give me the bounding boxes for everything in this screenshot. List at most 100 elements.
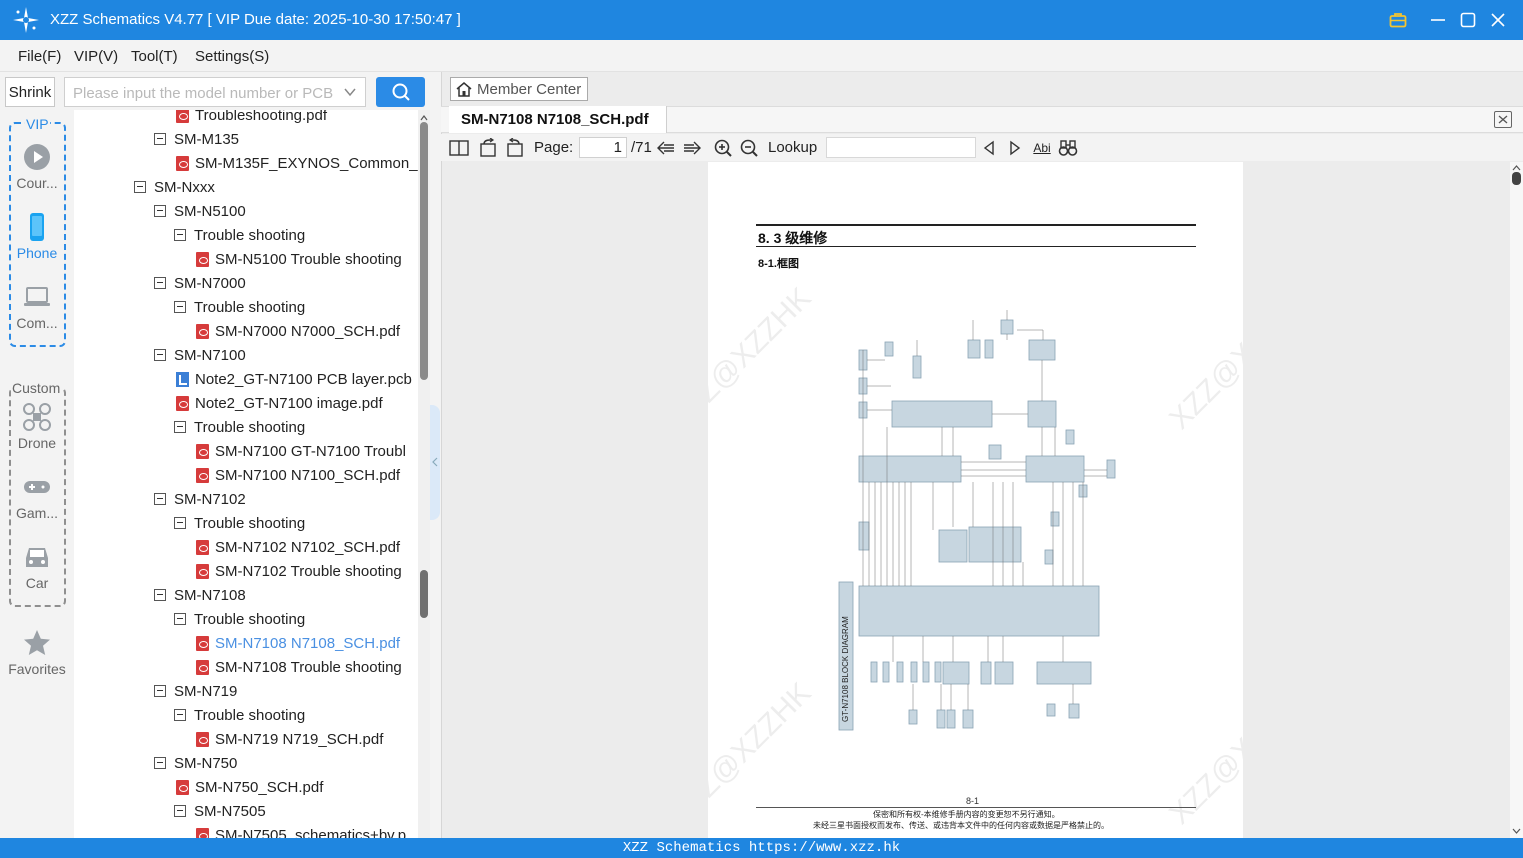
minimize-button[interactable] [1426,8,1450,32]
tree-folder-node[interactable]: Trouble shooting [174,511,305,535]
tree-folder-node[interactable]: Trouble shooting [174,415,305,439]
panel-collapse-handle[interactable] [430,405,440,520]
menu-settings[interactable]: Settings(S) [195,48,269,65]
model-search-box[interactable] [64,77,366,107]
pdf-footer-line-2: 未经三星书面授权而发布、传送、或违背本文件中的任何内容或数据是严格禁止的。 [813,821,1109,830]
member-center-button[interactable]: Member Center [450,77,588,101]
category-label: Phone [16,245,58,261]
collapse-toggle-icon[interactable] [154,589,166,601]
tree-folder-node[interactable]: SM-N7102 [154,487,246,511]
tree-folder-node[interactable]: Trouble shooting [174,223,305,247]
tree-file-node[interactable]: SM-N7100 GT-N7100 Troubl [196,439,406,463]
match-case-button[interactable]: Abi [1030,137,1054,159]
collapse-toggle-icon[interactable] [154,685,166,697]
tree-scrollbar-thumb[interactable] [420,122,428,380]
rotate-right-button[interactable] [504,137,526,159]
menu-file[interactable]: File(F) [18,48,61,65]
collapse-toggle-icon[interactable] [154,493,166,505]
tree-folder-node[interactable]: SM-N5100 [154,199,246,223]
tree-file-node[interactable]: SM-M135F_EXYNOS_Common_S [176,151,418,175]
collapse-toggle-icon[interactable] [154,277,166,289]
vip-bag-icon[interactable] [1386,8,1410,32]
scroll-down-icon[interactable] [1512,827,1521,835]
tree-file-node[interactable]: SM-N7505_schematics+bv.p [196,823,406,838]
category-favorites[interactable]: Favorites [0,628,74,677]
collapse-toggle-icon[interactable] [134,181,146,193]
document-scrollbar[interactable] [1510,162,1523,838]
tree-node-label: SM-N7102 [174,490,246,508]
tree-file-node[interactable]: SM-N750_SCH.pdf [176,775,323,799]
tree-folder-node[interactable]: SM-N7505 [174,799,266,823]
collapse-toggle-icon[interactable] [174,517,186,529]
previous-page-button[interactable] [655,137,677,159]
zoom-in-button[interactable] [712,137,734,159]
find-all-button[interactable] [1057,137,1079,159]
tree-scrollbar-thumb-secondary[interactable] [420,570,428,618]
tree-file-node[interactable]: SM-N5100 Trouble shooting [196,247,402,271]
tree-folder-node[interactable]: SM-Nxxx [134,175,215,199]
find-previous-button[interactable] [978,137,1000,159]
tree-file-node[interactable]: SM-N7000 N7000_SCH.pdf [196,319,400,343]
tree-folder-node[interactable]: SM-N750 [154,751,237,775]
collapse-toggle-icon[interactable] [174,709,186,721]
document-scrollbar-thumb[interactable] [1512,172,1521,185]
chevron-down-icon[interactable] [343,85,357,99]
collapse-toggle-icon[interactable] [154,757,166,769]
tree-folder-node[interactable]: Trouble shooting [174,295,305,319]
scroll-up-icon[interactable] [1512,164,1521,172]
collapse-toggle-icon[interactable] [174,301,186,313]
next-page-button[interactable] [681,137,703,159]
collapse-toggle-icon[interactable] [154,133,166,145]
scroll-up-icon[interactable] [420,114,428,122]
tree-file-node[interactable]: SM-N7108 N7108_SCH.pdf [196,631,400,655]
collapse-toggle-icon[interactable] [174,421,186,433]
tree-scrollbar[interactable] [418,110,430,838]
tree-file-node[interactable]: Troubleshooting.pdf [176,110,327,127]
tree-folder-node[interactable]: Trouble shooting [174,607,305,631]
sidebar-toggle-button[interactable] [448,137,470,159]
tree-folder-node[interactable]: Trouble shooting [174,703,305,727]
menu-vip[interactable]: VIP(V) [74,48,118,65]
menu-tool[interactable]: Tool(T) [131,48,178,65]
tree-file-node[interactable]: SM-N7102 Trouble shooting [196,559,402,583]
tree-file-node[interactable]: SM-N719 N719_SCH.pdf [196,727,383,751]
tree-folder-node[interactable]: SM-N719 [154,679,237,703]
category-games[interactable]: Gam... [0,472,74,521]
close-tab-button[interactable] [1494,111,1512,128]
tree-file-node[interactable]: Note2_GT-N7100 image.pdf [176,391,383,415]
tree-folder-node[interactable]: SM-N7000 [154,271,246,295]
page-total: /71 [631,139,652,156]
search-input[interactable] [73,83,335,103]
shrink-button[interactable]: Shrink [5,77,55,107]
collapse-toggle-icon[interactable] [174,613,186,625]
category-phone[interactable]: Phone [0,212,74,261]
tree-node-label: Trouble shooting [194,418,306,436]
page-number-input[interactable]: 1 [579,137,627,158]
category-courses[interactable]: Cour... [0,142,74,191]
lookup-input[interactable] [826,137,976,158]
tree-file-node[interactable]: SM-N7100 N7100_SCH.pdf [196,463,400,487]
tree-file-node[interactable]: SM-N7108 Trouble shooting [196,655,402,679]
panels-icon [449,140,469,156]
category-car[interactable]: Car [0,542,74,591]
category-drone[interactable]: Drone [0,402,74,451]
pdf-page[interactable]: XZZ@XZZHK XZZ@XZZHK XZZ@XZZHK XZZ@XZZHK … [708,162,1243,838]
find-next-button[interactable] [1004,137,1026,159]
collapse-toggle-icon[interactable] [174,229,186,241]
tree-file-node[interactable]: SM-N7102 N7102_SCH.pdf [196,535,400,559]
tree-file-node[interactable]: Note2_GT-N7100 PCB layer.pcb [176,367,412,391]
collapse-toggle-icon[interactable] [154,349,166,361]
search-button[interactable] [376,77,425,107]
document-tab[interactable]: SM-N7108 N7108_SCH.pdf [449,106,667,133]
tree-folder-node[interactable]: SM-N7100 [154,343,246,367]
tree-folder-node[interactable]: SM-N7108 [154,583,246,607]
maximize-button[interactable] [1456,8,1480,32]
collapse-toggle-icon[interactable] [174,805,186,817]
category-computer[interactable]: Com... [0,282,74,331]
zoom-out-button[interactable] [738,137,760,159]
tree-folder-node[interactable]: SM-M135 [154,127,239,151]
collapse-toggle-icon[interactable] [154,205,166,217]
tree-node-label: SM-N7100 GT-N7100 Troubl [215,442,406,460]
close-button[interactable] [1486,8,1510,32]
rotate-left-button[interactable] [477,137,499,159]
